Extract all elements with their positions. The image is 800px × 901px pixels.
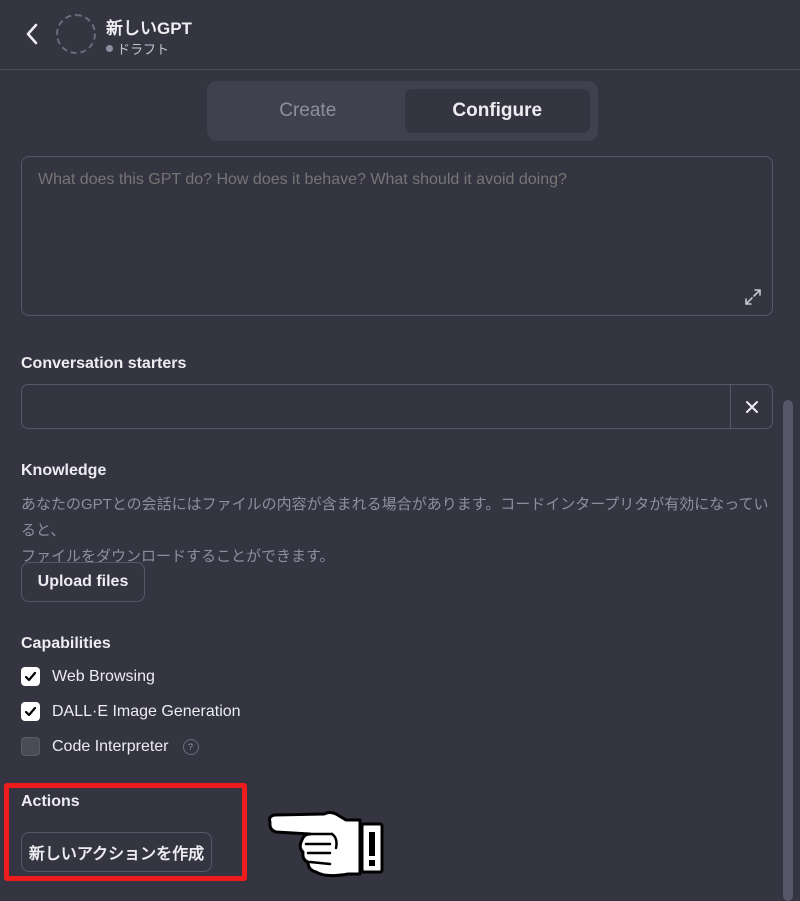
capability-dalle[interactable]: DALL·E Image Generation bbox=[21, 702, 241, 721]
capability-code-interpreter[interactable]: Code Interpreter ? bbox=[21, 737, 199, 756]
conversation-starter-input[interactable] bbox=[21, 384, 773, 429]
web-browsing-label: Web Browsing bbox=[52, 667, 155, 685]
highlight-box bbox=[4, 783, 247, 881]
tab-create[interactable]: Create bbox=[215, 89, 401, 133]
instructions-textarea[interactable] bbox=[21, 156, 773, 316]
capabilities-label: Capabilities bbox=[21, 635, 111, 652]
capability-web-browsing[interactable]: Web Browsing bbox=[21, 667, 155, 686]
status-dot-icon bbox=[106, 45, 113, 52]
upload-files-button[interactable]: Upload files bbox=[21, 562, 145, 602]
knowledge-label: Knowledge bbox=[21, 462, 107, 479]
gpt-avatar[interactable] bbox=[56, 14, 96, 54]
expand-icon[interactable] bbox=[744, 288, 762, 306]
knowledge-description: あなたのGPTとの会話にはファイルの内容が含まれる場合があります。コードインター… bbox=[21, 492, 781, 570]
status-badge: ドラフト bbox=[106, 39, 169, 58]
checkmark-icon bbox=[24, 671, 37, 682]
tab-configure[interactable]: Configure bbox=[404, 89, 590, 133]
status-text: ドラフト bbox=[117, 42, 170, 57]
conversation-starters-label: Conversation starters bbox=[21, 355, 187, 372]
dalle-label: DALL·E Image Generation bbox=[52, 702, 241, 720]
gpt-name: 新しいGPT bbox=[106, 19, 192, 38]
help-icon[interactable]: ? bbox=[182, 738, 199, 755]
checkmark-icon bbox=[24, 706, 37, 717]
back-button[interactable] bbox=[18, 20, 46, 48]
code-interpreter-checkbox[interactable] bbox=[21, 737, 40, 756]
close-icon bbox=[745, 400, 758, 413]
pointing-hand-icon bbox=[268, 811, 384, 878]
dalle-checkbox[interactable] bbox=[21, 702, 40, 721]
mode-tabs: Create Configure bbox=[207, 81, 598, 141]
clear-starter-button[interactable] bbox=[730, 385, 772, 428]
code-interpreter-label: Code Interpreter bbox=[52, 737, 169, 755]
knowledge-description-line-1: あなたのGPTとの会話にはファイルの内容が含まれる場合があります。コードインター… bbox=[21, 496, 769, 539]
scrollbar[interactable] bbox=[783, 400, 793, 901]
header: 新しいGPT ドラフト bbox=[0, 0, 800, 70]
web-browsing-checkbox[interactable] bbox=[21, 667, 40, 686]
chevron-left-icon bbox=[26, 23, 38, 45]
